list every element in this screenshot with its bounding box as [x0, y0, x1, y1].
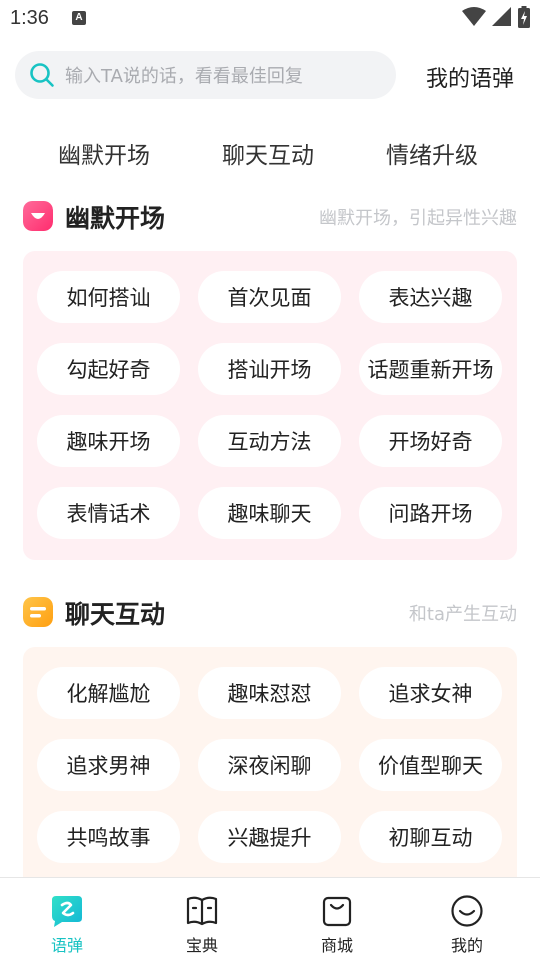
chip[interactable]: 趣味怼怼	[198, 667, 341, 719]
chip-label: 趣味怼怼	[227, 682, 312, 706]
nav-item-shangcheng[interactable]: 商城	[302, 894, 372, 956]
chip-panel-humor: 如何搭讪 首次见面 表达兴趣 勾起好奇 搭讪开场 话题重新开场 趣味开场 互动方…	[23, 251, 517, 560]
my-phrases-link[interactable]: 我的语弹	[426, 61, 514, 93]
chip-label: 追求男神	[66, 754, 151, 778]
chip[interactable]: 追求男神	[37, 739, 180, 791]
nav-item-yudan[interactable]: 语弹	[32, 894, 102, 956]
section-header-chat: 聊天互动 和ta产生互动	[23, 595, 517, 629]
search-input[interactable]: 输入TA说的话，看看最佳回复	[15, 51, 396, 99]
chip[interactable]: 首次见面	[198, 271, 341, 323]
chip-label: 共鸣故事	[66, 826, 151, 850]
chip[interactable]: 趣味开场	[37, 415, 180, 467]
chip[interactable]: 表达兴趣	[359, 271, 502, 323]
chip[interactable]: 话题重新开场	[359, 343, 502, 395]
chip-label: 表达兴趣	[388, 286, 473, 310]
chip[interactable]: 问路开场	[359, 487, 502, 539]
status-time: 1:36	[10, 7, 49, 29]
status-bar: 1:36 A	[0, 0, 540, 38]
chip-label: 话题重新开场	[367, 358, 494, 382]
chip-label: 互动方法	[227, 430, 312, 454]
status-icons	[462, 6, 530, 28]
chip-label: 趣味开场	[66, 430, 151, 454]
nav-label: 宝典	[185, 936, 218, 955]
chip-label: 搭讪开场	[227, 358, 312, 382]
chip[interactable]: 价值型聊天	[359, 739, 502, 791]
tab-chat-interaction[interactable]: 聊天互动	[222, 136, 314, 170]
smile-badge-icon	[23, 201, 53, 231]
chip-label: 价值型聊天	[378, 754, 483, 778]
section-subtitle: 幽默开场，引起异性兴趣	[319, 208, 517, 229]
section-title: 聊天互动	[65, 600, 166, 629]
chip[interactable]: 如何搭讪	[37, 271, 180, 323]
section-title: 幽默开场	[65, 204, 166, 233]
chip[interactable]: 互动方法	[198, 415, 341, 467]
wifi-icon	[462, 7, 486, 26]
chip[interactable]: 勾起好奇	[37, 343, 180, 395]
chip-label: 首次见面	[227, 286, 312, 310]
chip[interactable]: 兴趣提升	[198, 811, 341, 863]
chip[interactable]: 深夜闲聊	[198, 739, 341, 791]
chip[interactable]: 表情话术	[37, 487, 180, 539]
chip-label: 追求女神	[388, 682, 473, 706]
nav-item-wode[interactable]: 我的	[432, 894, 502, 956]
chat-bubble-icon	[52, 896, 82, 927]
nav-label: 商城	[320, 936, 353, 955]
book-icon	[186, 896, 218, 926]
search-icon	[30, 63, 54, 87]
chip-label: 如何搭讪	[66, 286, 151, 310]
chip-label: 表情话术	[66, 502, 151, 526]
section-header-humor: 幽默开场 幽默开场，引起异性兴趣	[23, 199, 517, 233]
chip-label: 问路开场	[388, 502, 473, 526]
chip-label: 化解尴尬	[66, 682, 151, 706]
chip[interactable]: 趣味聊天	[198, 487, 341, 539]
chip[interactable]: 追求女神	[359, 667, 502, 719]
search-placeholder: 输入TA说的话，看看最佳回复	[65, 66, 303, 87]
nav-item-baodian[interactable]: 宝典	[167, 894, 237, 956]
chip[interactable]: 开场好奇	[359, 415, 502, 467]
notification-a-icon: A	[72, 11, 86, 25]
chat-lines-icon	[23, 597, 53, 627]
chip[interactable]: 初聊互动	[359, 811, 502, 863]
tab-humor-opening[interactable]: 幽默开场	[58, 136, 150, 170]
battery-icon	[518, 6, 530, 28]
chip[interactable]: 搭讪开场	[198, 343, 341, 395]
chip-label: 兴趣提升	[227, 826, 312, 850]
nav-label: 语弹	[50, 936, 83, 955]
category-tabs: 幽默开场 聊天互动 情绪升级	[0, 136, 540, 170]
chip-label: 初聊互动	[388, 826, 473, 850]
shopping-bag-icon	[322, 896, 352, 927]
chip-label: 深夜闲聊	[227, 754, 312, 778]
section-subtitle: 和ta产生互动	[408, 604, 517, 625]
tab-emotion-upgrade[interactable]: 情绪升级	[386, 136, 478, 170]
chip-label: 勾起好奇	[66, 358, 151, 382]
face-icon	[451, 895, 483, 927]
chip-panel-chat: 化解尴尬 趣味怼怼 追求女神 追求男神 深夜闲聊 价值型聊天 共鸣故事 兴趣提升…	[23, 647, 517, 897]
chip[interactable]: 共鸣故事	[37, 811, 180, 863]
chip[interactable]: 化解尴尬	[37, 667, 180, 719]
bottom-nav: 语弹 宝典 商城 我的	[0, 877, 540, 960]
chip-label: 趣味聊天	[227, 502, 312, 526]
signal-icon	[492, 7, 511, 26]
chip-label: 开场好奇	[388, 430, 473, 454]
nav-label: 我的	[450, 936, 483, 955]
